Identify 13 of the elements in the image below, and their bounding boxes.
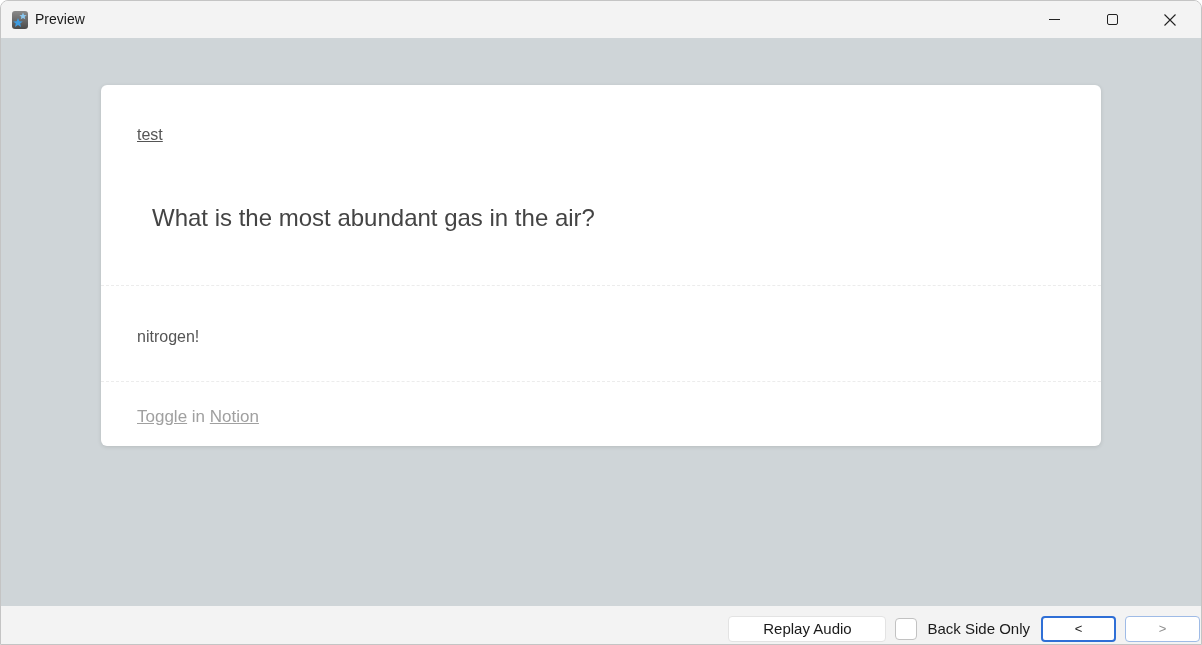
back-side-only-checkbox[interactable] — [895, 618, 918, 640]
answer-text: nitrogen! — [137, 328, 200, 345]
window-title: Preview — [35, 10, 85, 29]
app-icon — [12, 10, 28, 29]
source-note: Toggle in Notion — [137, 407, 259, 427]
deck-link[interactable]: test — [137, 125, 163, 145]
replay-audio-button[interactable]: Replay Audio — [728, 616, 887, 642]
minimize-icon — [1048, 19, 1060, 20]
close-icon — [1164, 13, 1176, 26]
question-text: What is the most abundant gas in the air? — [151, 203, 595, 233]
back-side-only-label: Back Side Only — [927, 618, 1030, 639]
maximize-icon — [1106, 14, 1118, 25]
previous-button[interactable]: < — [1041, 616, 1116, 642]
